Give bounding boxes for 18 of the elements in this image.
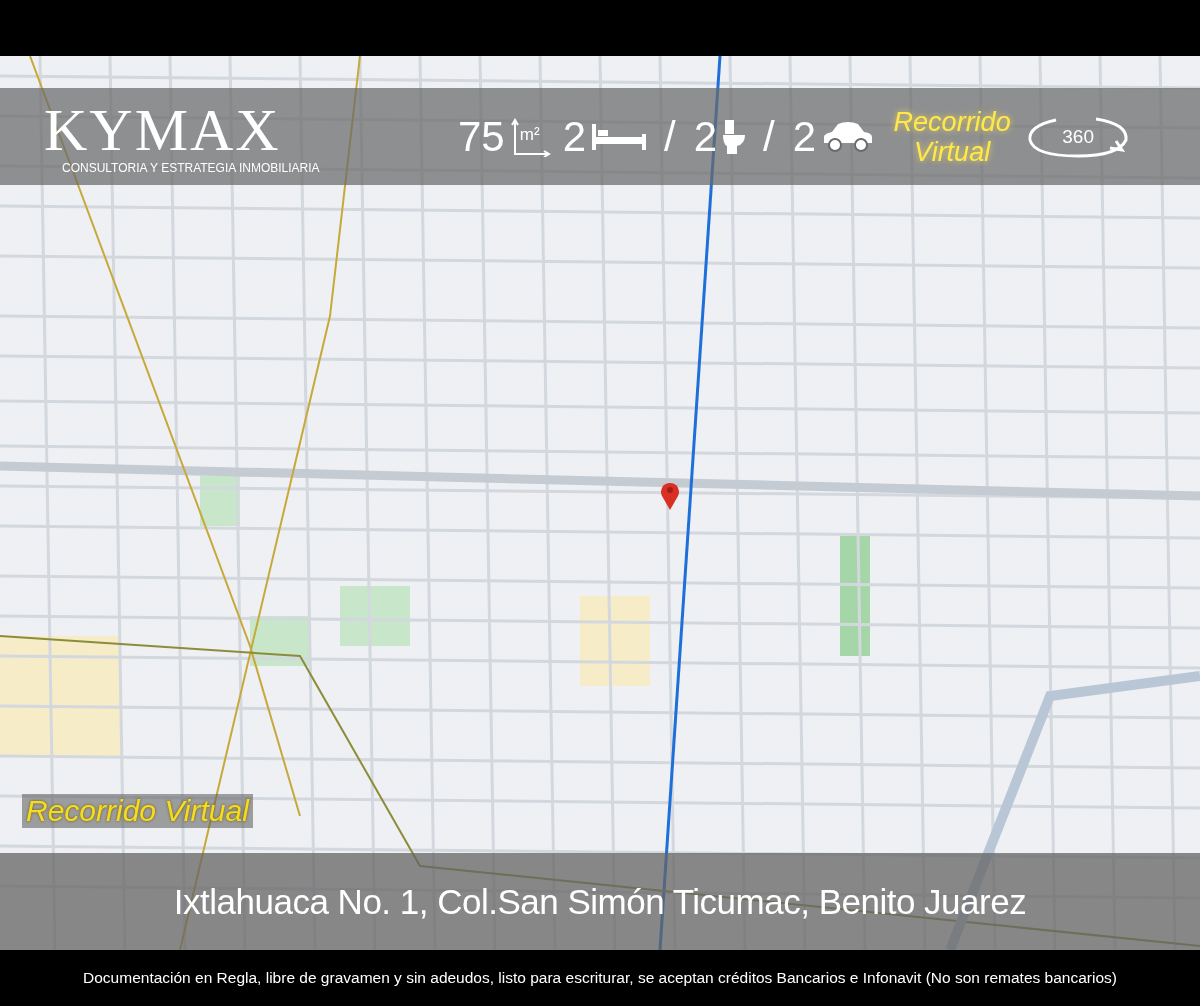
address-text: Ixtlahuaca No. 1, Col.San Simón Ticumac, Benito Juarez [173, 881, 1027, 922]
bed-icon [592, 121, 647, 152]
virtual-tour-link[interactable]: Recorrido Virtual [892, 106, 1013, 167]
toilet-icon [723, 119, 746, 154]
separator-slash: / [763, 112, 775, 161]
corner-arrows-icon [510, 116, 551, 157]
car-icon [822, 120, 875, 153]
feature-count: 75 [458, 112, 505, 161]
feature-count: 2 [792, 112, 817, 161]
feature-count: 2 [693, 112, 718, 161]
unit-label: m² [519, 124, 540, 145]
tagline: CONSULTORIA Y ESTRATEGIA INMOBILIARIA [62, 160, 321, 175]
map-pin-icon [660, 481, 680, 511]
footer-note: Documentación en Regla, libre de gravamen y sin adeudos, listo para escriturar, se aceptan créditos Bancarios e Infonavit (No son remates bancarios) [83, 969, 1117, 987]
logo-text: KYMAX [44, 98, 282, 161]
feature-count: 2 [562, 112, 587, 161]
separator-slash: / [664, 112, 676, 161]
tour-360-label: 360 [1062, 125, 1094, 148]
